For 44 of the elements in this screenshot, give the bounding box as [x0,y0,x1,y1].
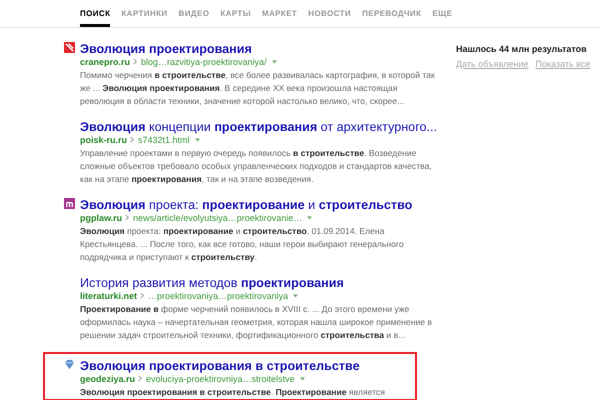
dropdown-caret-icon[interactable] [293,294,298,298]
result-snippet: Управление проектами в первую очередь появилось в строительстве. Возведение сложные объектов требовало особых управленческих подходов и стандартов качества, как на этапе проектирования, так и на этапе возведения. [80,147,433,186]
nav-tab[interactable]: ПЕРЕВОДЧИК [362,0,422,27]
chevron-icon [130,136,136,143]
result-title-link[interactable]: Эволюция проектирования в строительстве [80,359,360,374]
result-title-link[interactable]: Эволюция концепции проектирования от архитектурного... [80,120,438,135]
nav-tab[interactable]: КАРТИНКИ [121,0,168,27]
results-count: Нашлось 44 млн результатов [456,44,588,54]
nav-tab[interactable]: ПОИСК [80,0,110,27]
dropdown-caret-icon[interactable] [272,60,277,64]
result-snippet: Эволюция проектирования в строительстве. Проектирование является [80,386,386,399]
result-snippet: Проектирование в форме черчений появилось в XVIII с. ... До этого времени уже оформилась наука – начертательная геометрия, которая нашла широкое применение в решении задач строительной техники, фортификационного строительства и в... [80,303,433,342]
result-title-link[interactable]: Эволюция проекта: проектирование и строительство [80,198,412,213]
nav-tab[interactable]: ЕЩЕ [432,0,452,27]
site-favicon-icon [64,198,75,209]
result-domain-link[interactable]: cranepro.ru [80,56,130,66]
dropdown-caret-icon[interactable] [300,376,305,380]
nav-tab[interactable]: МАРКЕТ [262,0,298,27]
chevron-icon [125,214,130,221]
dropdown-caret-icon[interactable] [194,138,200,142]
result-path-link[interactable]: …proektirovaniya…proektirovaniya [148,290,288,300]
chevron-icon [133,58,138,65]
result-snippet: Помимо черчения в строительстве, все более развивалась картография, в которой так же ... Эволюция проектирования. В середине XX века произошла настоящая революция в области техники, значение которой настолько велико, что, скорее... [80,69,436,108]
dropdown-caret-icon[interactable] [307,216,312,220]
diamond-icon [64,359,75,370]
result-path-link[interactable]: s7432t1.html [138,134,190,144]
nav-tab[interactable]: КАРТЫ [220,0,251,27]
chevron-icon [138,375,144,382]
nav-tab[interactable]: НОВОСТИ [308,0,352,27]
result-path-link[interactable]: blog…razvitiya-proektirovaniya/ [141,56,267,66]
result-title-link[interactable]: История развития методов проектирования [80,276,344,291]
result-title-link[interactable]: Эволюция проектирования [80,42,252,57]
result-domain-link[interactable]: pgplaw.ru [80,212,122,222]
result-path-link[interactable]: evoluciya-proektirovniya…stroitelstve [146,374,295,384]
result-path-link[interactable]: news/article/evolyutsiya…proektirovanie… [133,212,302,222]
sidebar-link[interactable]: Показать все [535,59,590,69]
chevron-icon [140,292,146,299]
result-domain-link[interactable]: geodeziya.ru [80,374,136,384]
site-favicon-icon [64,42,75,53]
nav-tab[interactable]: ВИДЕО [178,0,210,27]
result-domain-link[interactable]: literaturki.net [80,290,138,300]
sidebar-link[interactable]: Дать объявление [456,59,528,69]
result-snippet: Эволюция проекта: проектирование и строительство. 01.09.2014. Елена Крестьянцева. ... После того, как все готово, наши герои выбирают генерального подрядчика и приступают к строительству. [80,225,405,264]
result-domain-link[interactable]: poisk-ru.ru [80,134,128,144]
